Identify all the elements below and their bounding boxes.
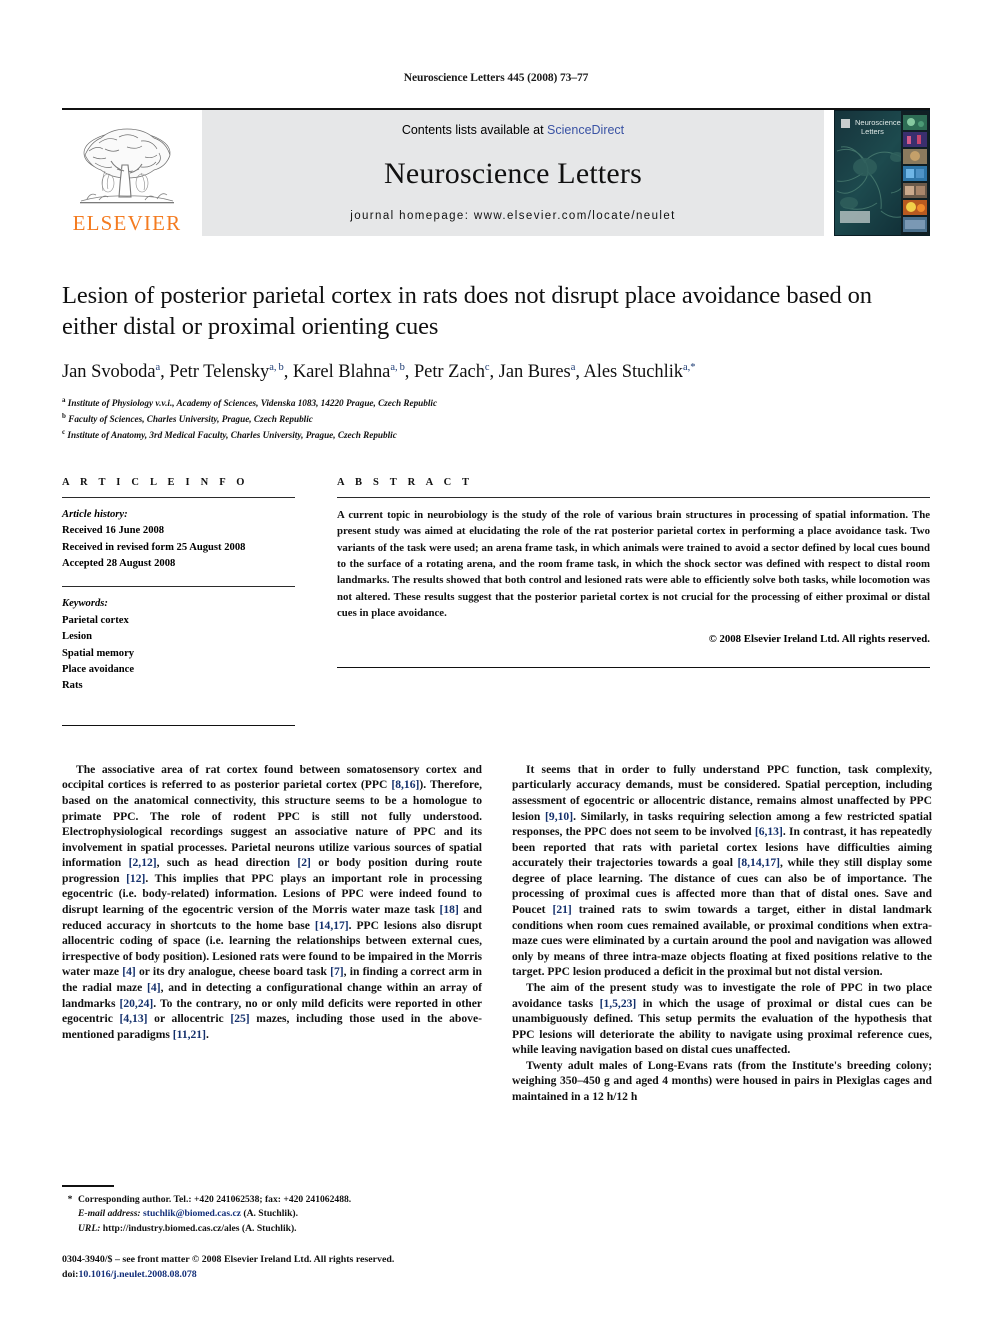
history-item: Accepted 28 August 2008 bbox=[62, 558, 176, 569]
body-paragraph: It seems that in order to fully understa… bbox=[512, 762, 932, 979]
body-paragraph: The associative area of rat cortex found… bbox=[62, 762, 483, 1041]
doi-line: doi:10.1016/j.neulet.2008.08.078 bbox=[62, 1268, 482, 1283]
footnote-zone: * Corresponding author. Tel.: +420 24106… bbox=[62, 1184, 482, 1283]
corresponding-author-note: * Corresponding author. Tel.: +420 24106… bbox=[62, 1193, 482, 1237]
url-suffix: (A. Stuchlik). bbox=[239, 1222, 297, 1234]
elsevier-tree-icon bbox=[80, 128, 174, 204]
footnote-star-marker: * bbox=[67, 1193, 73, 1205]
body-column-left: The associative area of rat cortex found… bbox=[62, 762, 482, 1105]
keyword-item: Lesion bbox=[62, 631, 93, 643]
abstract-heading: A B S T R A C T bbox=[337, 476, 474, 488]
contents-prefix: Contents lists available at bbox=[401, 123, 548, 137]
doi-link[interactable]: 10.1016/j.neulet.2008.08.078 bbox=[78, 1269, 196, 1280]
history-item: Received 16 June 2008 bbox=[62, 525, 165, 537]
affiliation-text: Institute of Physiology v.v.i., Academy … bbox=[67, 397, 438, 408]
email-suffix: (A. Stuchlik). bbox=[240, 1208, 299, 1220]
author-list: Jan Svobodaa, Petr Telenskya, b, Karel B… bbox=[62, 361, 696, 382]
keyword-item: Rats bbox=[62, 680, 83, 692]
affiliation-text: Faculty of Sciences, Charles University,… bbox=[68, 413, 313, 424]
sciencedirect-link[interactable]: ScienceDirect bbox=[547, 123, 624, 137]
keyword-item: Spatial memory bbox=[62, 647, 135, 659]
page-title: Lesion of posterior parietal cortex in r… bbox=[62, 282, 872, 341]
imprint-line: 0304-3940/$ – see front matter © 2008 El… bbox=[62, 1254, 395, 1266]
affiliation-mark: a bbox=[62, 395, 66, 404]
info-abstract-section: A R T I C L E I N F O Article history: R… bbox=[62, 477, 930, 726]
corresponding-author-text: Corresponding author. Tel.: +420 2410625… bbox=[78, 1193, 352, 1205]
history-item: Received in revised form 25 August 2008 bbox=[62, 541, 246, 553]
cover-artwork: Neuroscience Letters bbox=[835, 111, 929, 235]
divider bbox=[337, 666, 930, 668]
body-paragraph: The aim of the present study was to inve… bbox=[512, 980, 932, 1057]
article-info-heading: A R T I C L E I N F O bbox=[62, 476, 249, 488]
email-row: E-mail address: stuchlik@biomed.cas.cz (… bbox=[62, 1207, 482, 1222]
svg-text:Neuroscience: Neuroscience bbox=[855, 118, 901, 127]
doi-label: doi: bbox=[62, 1269, 79, 1281]
title-block: Lesion of posterior parietal cortex in r… bbox=[62, 280, 930, 443]
article-history-label: Article history: bbox=[62, 508, 128, 520]
journal-masthead: ELSEVIER Contents lists available at Sci… bbox=[62, 108, 930, 236]
body-paragraph: Twenty adult males of Long-Evans rats (f… bbox=[512, 1058, 932, 1103]
journal-cover-image: Neuroscience Letters bbox=[834, 110, 930, 236]
affiliation-item: b Faculty of Sciences, Charles Universit… bbox=[62, 411, 930, 427]
keywords-group: Keywords: Parietal cortex Lesion Spatial… bbox=[62, 587, 295, 698]
paper-page: Neuroscience Letters 445 (2008) 73–77 EL… bbox=[0, 0, 992, 1323]
affiliation-item: a Institute of Physiology v.v.i., Academ… bbox=[62, 395, 930, 411]
affiliation-text: Institute of Anatomy, 3rd Medical Facult… bbox=[67, 429, 397, 440]
running-head: Neuroscience Letters 445 (2008) 73–77 bbox=[403, 72, 589, 84]
journal-title: Neuroscience Letters bbox=[383, 156, 643, 190]
email-label: E-mail address: bbox=[78, 1208, 141, 1220]
journal-banner: Contents lists available at ScienceDirec… bbox=[202, 110, 824, 236]
affiliation-mark: b bbox=[62, 411, 66, 420]
body-columns: The associative area of rat cortex found… bbox=[62, 762, 932, 1105]
elsevier-logo: ELSEVIER bbox=[62, 110, 192, 236]
corresponding-author-row: * Corresponding author. Tel.: +420 24106… bbox=[62, 1193, 482, 1208]
imprint-block: 0304-3940/$ – see front matter © 2008 El… bbox=[62, 1253, 482, 1283]
abstract-copyright: © 2008 Elsevier Ireland Ltd. All rights … bbox=[708, 632, 930, 645]
url-link[interactable]: http://industry.biomed.cas.cz/ales bbox=[103, 1223, 240, 1234]
contents-available-line: Contents lists available at ScienceDirec… bbox=[402, 123, 624, 137]
article-history-group: Article history: Received 16 June 2008 R… bbox=[62, 498, 295, 577]
keyword-item: Parietal cortex bbox=[62, 614, 129, 626]
footnote-divider bbox=[62, 1184, 114, 1187]
affiliation-item: c Institute of Anatomy, 3rd Medical Facu… bbox=[62, 427, 930, 443]
abstract-text: A current topic in neurobiology is the s… bbox=[337, 508, 930, 620]
url-label: URL: bbox=[78, 1222, 101, 1234]
elsevier-wordmark: ELSEVIER bbox=[72, 211, 182, 235]
abstract-column: A B S T R A C T A current topic in neuro… bbox=[337, 477, 930, 726]
keyword-item: Place avoidance bbox=[62, 664, 135, 676]
divider bbox=[62, 724, 295, 726]
article-info-column: A R T I C L E I N F O Article history: R… bbox=[62, 477, 295, 726]
svg-text:Letters: Letters bbox=[861, 127, 884, 136]
affiliation-mark: c bbox=[62, 427, 66, 436]
affiliation-list: a Institute of Physiology v.v.i., Academ… bbox=[62, 395, 930, 443]
keywords-label: Keywords: bbox=[62, 598, 108, 610]
journal-homepage-link[interactable]: journal homepage: www.elsevier.com/locat… bbox=[350, 210, 675, 222]
url-row: URL: http://industry.biomed.cas.cz/ales … bbox=[62, 1222, 482, 1237]
body-column-right: It seems that in order to fully understa… bbox=[512, 762, 932, 1105]
email-link[interactable]: stuchlik@biomed.cas.cz bbox=[143, 1208, 241, 1219]
